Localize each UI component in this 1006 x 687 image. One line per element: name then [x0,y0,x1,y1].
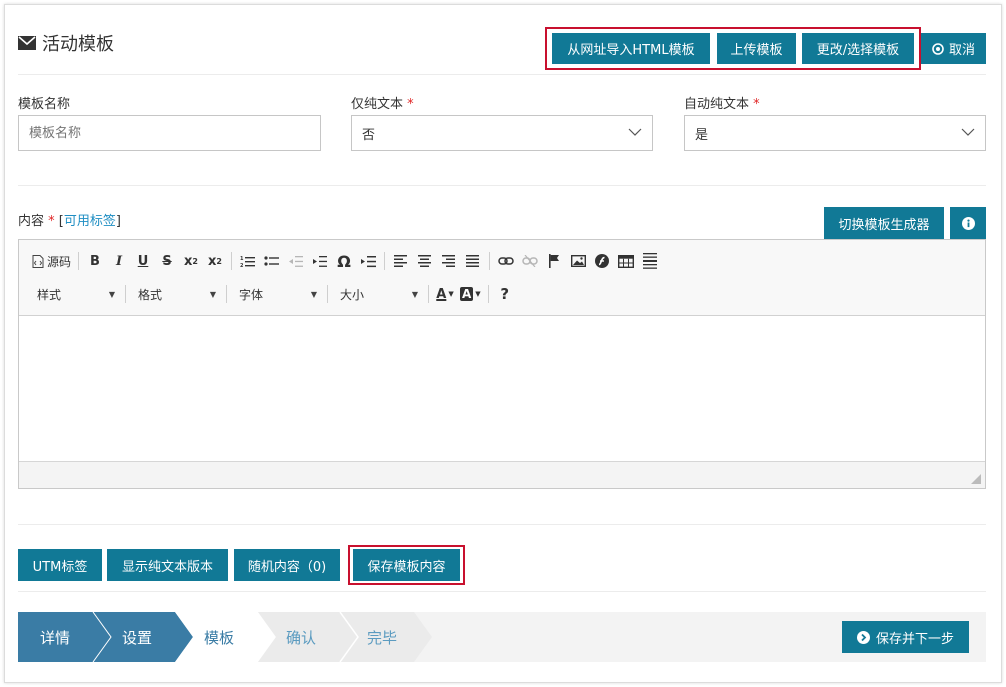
plain-text-only-value: 否 [362,127,376,143]
wizard-arrows-graphic [18,612,432,662]
toolbar-separator [384,252,386,270]
wizard-step-template[interactable]: 模板 [204,612,234,662]
page-title-text: 活动模板 [42,34,114,55]
random-content-button[interactable]: 随机内容（0) [234,549,340,581]
align-justify-icon[interactable] [461,248,485,274]
save-template-content-button[interactable]: 保存模板内容 [353,549,460,581]
change-select-template-button[interactable]: 更改/选择模板 [802,33,914,64]
cancel-label: 取消 [948,43,975,58]
page-title: 活动模板 [18,30,114,56]
auto-plain-text-label: 自动纯文本 * [684,97,760,112]
cancel-button[interactable]: 取消 [921,33,986,64]
superscript-icon[interactable]: x2 [203,248,227,274]
import-html-button[interactable]: 从网址导入HTML模板 [552,33,710,64]
align-left-icon[interactable] [389,248,413,274]
help-button[interactable]: ? [493,281,517,307]
wizard-step-details[interactable]: 详情 [40,612,70,662]
show-plain-text-button[interactable]: 显示纯文本版本 [107,549,228,581]
plain-text-only-label: 仅纯文本 * [351,97,414,112]
toolbar-separator [125,285,126,303]
text-color-button[interactable]: A ▼ [433,281,457,307]
unlink-icon[interactable] [518,248,542,274]
editor-content-area[interactable] [19,316,985,461]
editor-divider [18,524,986,525]
italic-button[interactable]: I [107,248,131,274]
toolbar-separator [428,285,429,303]
form-divider [18,185,986,186]
template-name-label: 模板名称 [18,97,71,112]
info-button[interactable] [950,207,986,239]
image-icon[interactable] [566,248,590,274]
save-next-label: 保存并下一步 [875,631,954,647]
chevron-down-icon [628,128,642,136]
outdent-icon[interactable] [284,248,308,274]
resize-grip-icon[interactable] [971,474,981,484]
plain-text-only-select[interactable]: 否 [351,115,653,151]
auto-plain-text-value: 是 [695,127,709,143]
wizard-step-settings[interactable]: 设置 [122,612,152,662]
align-right-icon[interactable] [437,248,461,274]
underline-button[interactable]: U [131,248,155,274]
numbered-list-icon[interactable]: 12 [236,248,260,274]
wizard-steps: 详情 设置 模板 确认 完毕 保存并下一步 [18,612,986,662]
chevron-down-icon [961,128,975,136]
chevron-circle-right-icon [856,630,870,644]
template-name-input[interactable] [18,115,321,151]
blockquote-icon[interactable] [356,248,380,274]
svg-text:1: 1 [240,256,244,262]
source-icon [32,254,44,268]
bulleted-list-icon[interactable] [260,248,284,274]
save-next-button[interactable]: 保存并下一步 [842,621,969,653]
align-center-icon[interactable] [413,248,437,274]
strikethrough-button[interactable]: S [155,248,179,274]
font-combo[interactable]: 字体 ▼ [231,282,323,306]
wizard-step-confirm[interactable]: 确认 [286,612,316,662]
envelope-icon [18,36,36,50]
flash-icon[interactable] [590,248,614,274]
editor-status-bar [19,461,985,488]
content-label: 内容 * [可用标签] [18,214,121,229]
toolbar-separator [487,285,489,303]
subscript-icon[interactable]: x2 [179,248,203,274]
toolbar-separator [78,252,80,270]
toolbar-separator [327,285,328,303]
special-char-button[interactable]: Ω [332,248,356,274]
utm-tags-button[interactable]: UTM标签 [18,549,102,581]
horizontal-rule-icon[interactable] [638,248,662,274]
wizard-step-done[interactable]: 完毕 [367,612,397,662]
header-divider [18,74,986,75]
toolbar-separator [489,252,491,270]
rich-text-editor: 源码 B I U S x2 x2 12 Ω 样式 ▼ 格式 ▼ 字体 ▼ 大小 … [18,239,986,489]
style-combo[interactable]: 样式 ▼ [29,282,121,306]
available-tags-link[interactable]: 可用标签 [64,214,116,229]
anchor-flag-icon[interactable] [542,248,566,274]
editor-toolbar: 源码 B I U S x2 x2 12 Ω 样式 ▼ 格式 ▼ 字体 ▼ 大小 … [19,240,985,316]
actions-divider [18,591,986,592]
table-icon[interactable] [614,248,638,274]
close-circle-icon [932,42,944,55]
switch-builder-button[interactable]: 切换模板生成器 [824,207,944,239]
link-icon[interactable] [494,248,518,274]
svg-text:2: 2 [240,263,244,268]
toolbar-separator [226,285,227,303]
source-button[interactable]: 源码 [29,248,74,274]
upload-template-button[interactable]: 上传模板 [717,33,796,64]
size-combo[interactable]: 大小 ▼ [332,282,424,306]
bold-button[interactable]: B [83,248,107,274]
indent-icon[interactable] [308,248,332,274]
auto-plain-text-select[interactable]: 是 [684,115,986,151]
info-icon [961,216,975,230]
format-combo[interactable]: 格式 ▼ [130,282,222,306]
background-color-button[interactable]: A ▼ [457,281,484,307]
toolbar-separator [231,252,233,270]
